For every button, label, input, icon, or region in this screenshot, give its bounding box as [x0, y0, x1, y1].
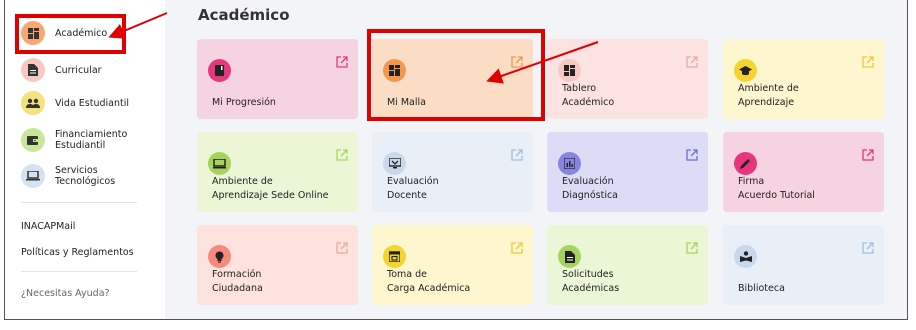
- card-solicitudes-academicas[interactable]: Solicitudes Académicas: [547, 225, 708, 305]
- divider: [21, 202, 137, 203]
- external-link-icon[interactable]: [511, 146, 523, 161]
- external-link-icon[interactable]: [862, 239, 874, 254]
- pen-icon: [734, 152, 757, 175]
- page-title: Académico: [198, 6, 290, 24]
- lightbulb-icon: [208, 245, 231, 268]
- link-politicas[interactable]: Políticas y Reglamentos: [21, 247, 134, 258]
- card-mi-progresion[interactable]: Mi Progresión: [197, 39, 358, 119]
- card-label: Tablero Académico: [562, 83, 615, 108]
- link-inacapmail[interactable]: INACAPMail: [21, 221, 75, 232]
- bar-chart-icon: [558, 152, 581, 175]
- annotation-highlight-box: [367, 29, 545, 121]
- monitor-icon: [208, 152, 231, 175]
- card-label: Toma de Carga Académica: [387, 269, 471, 294]
- card-label: Evaluación Diagnóstica: [562, 176, 618, 201]
- sidebar-item-servicios[interactable]: Servicios Tecnológicos: [21, 164, 115, 188]
- sidebar-item-label: Curricular: [55, 64, 102, 76]
- card-evaluacion-diagnostica[interactable]: Evaluación Diagnóstica: [547, 132, 708, 212]
- people-icon: [21, 91, 45, 115]
- wallet-icon: [21, 128, 45, 152]
- screen-check-icon: [383, 152, 406, 175]
- card-ambiente-de-aprendizaje[interactable]: Ambiente de Aprendizaje: [723, 39, 884, 119]
- card-label: Firma Acuerdo Tutorial: [738, 176, 815, 201]
- help-link[interactable]: ¿Necesitas Ayuda?: [21, 288, 110, 299]
- document-icon: [21, 58, 45, 82]
- app-window: Académico Curricular Vida Estudiantil Fi…: [4, 0, 908, 320]
- calendar-icon: [383, 245, 406, 268]
- external-link-icon[interactable]: [862, 53, 874, 68]
- card-biblioteca[interactable]: Biblioteca: [723, 225, 884, 305]
- divider: [21, 271, 137, 272]
- card-label: Solicitudes Académicas: [562, 269, 620, 294]
- document-icon: [558, 245, 581, 268]
- laptop-icon: [21, 164, 45, 188]
- external-link-icon[interactable]: [336, 146, 348, 161]
- external-link-icon[interactable]: [511, 239, 523, 254]
- external-link-icon[interactable]: [686, 239, 698, 254]
- annotation-highlight-box: [15, 14, 126, 54]
- external-link-icon[interactable]: [336, 239, 348, 254]
- card-label: Ambiente de Aprendizaje: [738, 83, 799, 108]
- card-label: Biblioteca: [738, 283, 785, 294]
- card-label: Evaluación Docente: [387, 176, 439, 201]
- card-firma-acuerdo-tutorial[interactable]: Firma Acuerdo Tutorial: [723, 132, 884, 212]
- card-label: Mi Progresión: [212, 97, 276, 108]
- sidebar-item-financiamiento[interactable]: Financiamiento Estudiantil: [21, 128, 127, 152]
- external-link-icon[interactable]: [862, 146, 874, 161]
- card-label: Ambiente de Aprendizaje Sede Online: [212, 176, 329, 201]
- card-ambiente-de-aprendizaje-sede-online[interactable]: Ambiente de Aprendizaje Sede Online: [197, 132, 358, 212]
- sidebar-item-label: Financiamiento Estudiantil: [55, 129, 128, 151]
- card-evaluacion-docente[interactable]: Evaluación Docente: [372, 132, 533, 212]
- sidebar-item-curricular[interactable]: Curricular: [21, 58, 102, 82]
- reader-icon: [734, 245, 757, 268]
- external-link-icon[interactable]: [686, 53, 698, 68]
- sidebar: Académico Curricular Vida Estudiantil Fi…: [5, 0, 155, 319]
- book-icon: [208, 59, 231, 82]
- sidebar-item-vida-estudiantil[interactable]: Vida Estudiantil: [21, 91, 129, 115]
- external-link-icon[interactable]: [686, 146, 698, 161]
- card-label: Formación Ciudadana: [212, 269, 263, 294]
- card-tablero-academico[interactable]: Tablero Académico: [547, 39, 708, 119]
- card-formacion-ciudadana[interactable]: Formación Ciudadana: [197, 225, 358, 305]
- graduation-cap-icon: [734, 59, 757, 82]
- external-link-icon[interactable]: [336, 53, 348, 68]
- sidebar-item-label: Vida Estudiantil: [55, 97, 130, 109]
- dashboard-icon: [558, 59, 581, 82]
- sidebar-item-label: Servicios Tecnológicos: [55, 165, 116, 187]
- card-toma-de-carga-academica[interactable]: Toma de Carga Académica: [372, 225, 533, 305]
